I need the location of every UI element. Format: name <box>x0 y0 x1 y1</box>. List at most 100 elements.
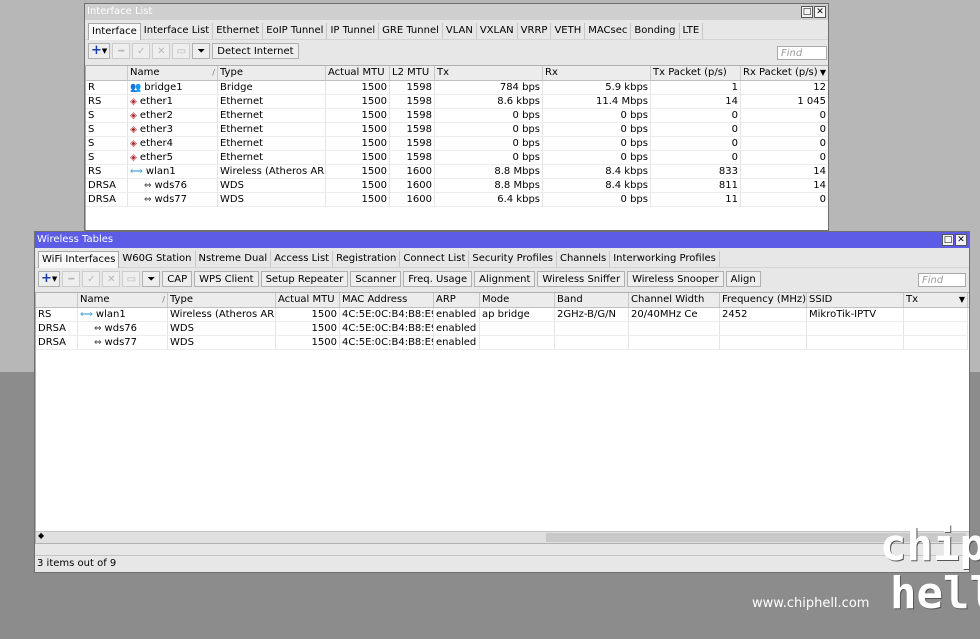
window-titlebar[interactable]: Interface List □ ✕ <box>85 4 828 20</box>
tab-macsec[interactable]: MACsec <box>585 23 632 39</box>
detect-internet-button[interactable]: Detect Internet <box>212 43 299 59</box>
wireless-sniffer-button[interactable]: Wireless Sniffer <box>537 271 626 287</box>
col-mode[interactable]: Mode <box>480 293 555 307</box>
column-menu-icon[interactable]: ▼ <box>820 66 826 80</box>
tab-eoip-tunnel[interactable]: EoIP Tunnel <box>263 23 328 39</box>
tab-vrrp[interactable]: VRRP <box>518 23 552 39</box>
scroll-left-icon[interactable]: ◆ <box>38 531 44 540</box>
wps-client-button[interactable]: WPS Client <box>194 271 259 287</box>
table-row[interactable]: S ◈ ether3 Ethernet 1500 1598 0 bps 0 bps… <box>86 123 828 137</box>
align-button[interactable]: Align <box>725 271 761 287</box>
col-flags[interactable] <box>86 66 128 80</box>
col-rx-packet[interactable]: Rx Packet (p/s) ▼ <box>741 66 828 80</box>
col-ssid[interactable]: SSID <box>807 293 904 307</box>
tab-interworking-profiles[interactable]: Interworking Profiles <box>610 251 720 267</box>
cap-button[interactable]: CAP <box>162 271 193 287</box>
maximize-icon[interactable]: □ <box>801 6 813 18</box>
tab-ethernet[interactable]: Ethernet <box>213 23 264 39</box>
col-tx[interactable]: Tx ▼ <box>904 293 968 307</box>
row-l2mtu: 1598 <box>390 95 435 109</box>
col-tx[interactable]: Tx <box>435 66 543 80</box>
col-type[interactable]: Type <box>168 293 276 307</box>
table-row[interactable]: DRSA ⇔ wds77 WDS 1500 1600 6.4 kbps 0 bps… <box>86 193 828 207</box>
tab-nstreme-dual[interactable]: Nstreme Dual <box>196 251 272 267</box>
tab-w60g-station[interactable]: W60G Station <box>119 251 196 267</box>
enable-button[interactable]: ✓ <box>82 271 101 287</box>
col-actual-mtu[interactable]: Actual MTU <box>326 66 390 80</box>
close-icon[interactable]: ✕ <box>814 6 826 18</box>
row-flags: RS <box>86 165 128 179</box>
tab-interface-list[interactable]: Interface List <box>141 23 214 39</box>
col-band[interactable]: Band <box>555 293 629 307</box>
table-row[interactable]: DRSA ⇔ wds76 WDS 1500 1600 8.8 Mbps 8.4 k… <box>86 179 828 193</box>
col-channel-width[interactable]: Channel Width <box>629 293 720 307</box>
col-frequency[interactable]: Frequency (MHz) <box>720 293 807 307</box>
row-type: WDS <box>218 193 326 207</box>
tab-interface[interactable]: Interface <box>88 23 141 40</box>
tab-access-list[interactable]: Access List <box>271 251 334 267</box>
table-row[interactable]: DRSA ⇔ wds77 WDS 1500 4C:5E:0C:B4:B8:E9 e… <box>36 336 969 350</box>
table-row[interactable]: R 👥 bridge1 Bridge 1500 1598 784 bps 5.9 … <box>86 81 828 95</box>
tab-wifi-interfaces[interactable]: WiFi Interfaces <box>38 251 120 268</box>
close-icon[interactable]: ✕ <box>955 234 967 246</box>
tab-gre-tunnel[interactable]: GRE Tunnel <box>379 23 443 39</box>
tab-ip-tunnel[interactable]: IP Tunnel <box>327 23 380 39</box>
remove-button[interactable]: ━ <box>112 43 131 59</box>
alignment-button[interactable]: Alignment <box>474 271 536 287</box>
col-arp[interactable]: ARP <box>434 293 480 307</box>
interface-list-window: Interface List □ ✕ Interface Interface L… <box>84 3 829 231</box>
row-name: 👥 bridge1 <box>128 81 218 95</box>
enable-button[interactable]: ✓ <box>132 43 151 59</box>
comment-button[interactable]: ▭ <box>122 271 141 287</box>
col-name[interactable]: Name / <box>128 66 218 80</box>
tab-security-profiles[interactable]: Security Profiles <box>469 251 557 267</box>
setup-repeater-button[interactable]: Setup Repeater <box>260 271 349 287</box>
add-button[interactable]: + ▼ <box>38 271 61 287</box>
filter-button[interactable]: ⏷ <box>142 271 161 287</box>
tab-registration[interactable]: Registration <box>333 251 401 267</box>
tab-connect-list[interactable]: Connect List <box>400 251 470 267</box>
table-row[interactable]: RS ⟺ wlan1 Wireless (Atheros AR... 1500 1… <box>86 165 828 179</box>
tab-vxlan[interactable]: VXLAN <box>477 23 518 39</box>
table-row[interactable]: RS ⟺ wlan1 Wireless (Atheros AR... 1500 4… <box>36 308 969 322</box>
wireless-icon: ⟺ <box>130 167 143 177</box>
tab-vlan[interactable]: VLAN <box>443 23 477 39</box>
freq-usage-button[interactable]: Freq. Usage <box>403 271 473 287</box>
scanner-button[interactable]: Scanner <box>350 271 402 287</box>
comment-button[interactable]: ▭ <box>172 43 191 59</box>
col-flags[interactable] <box>36 293 78 307</box>
col-tx-packet[interactable]: Tx Packet (p/s) <box>651 66 741 80</box>
table-row[interactable]: S ◈ ether4 Ethernet 1500 1598 0 bps 0 bps… <box>86 137 828 151</box>
ethernet-icon: ◈ <box>130 125 137 135</box>
table-row[interactable]: DRSA ⇔ wds76 WDS 1500 4C:5E:0C:B4:B8:E9 e… <box>36 322 969 336</box>
col-rx[interactable]: Rx <box>543 66 651 80</box>
row-rx: 0 bps <box>543 123 651 137</box>
column-menu-icon[interactable]: ▼ <box>959 293 965 307</box>
table-row[interactable]: S ◈ ether2 Ethernet 1500 1598 0 bps 0 bps… <box>86 109 828 123</box>
disable-button[interactable]: ✕ <box>152 43 171 59</box>
add-button[interactable]: + ▼ <box>88 43 111 59</box>
table-row[interactable]: RS ◈ ether1 Ethernet 1500 1598 8.6 kbps 1… <box>86 95 828 109</box>
filter-button[interactable]: ⏷ <box>192 43 211 59</box>
row-name-text: bridge1 <box>144 82 183 93</box>
col-type[interactable]: Type <box>218 66 326 80</box>
col-l2-mtu[interactable]: L2 MTU <box>390 66 435 80</box>
row-type: WDS <box>168 336 276 350</box>
window-titlebar[interactable]: Wireless Tables □ ✕ <box>35 232 969 248</box>
horizontal-scrollbar[interactable]: ◆ <box>36 531 969 543</box>
tab-veth[interactable]: VETH <box>551 23 586 39</box>
table-row[interactable]: S ◈ ether5 Ethernet 1500 1598 0 bps 0 bps… <box>86 151 828 165</box>
col-mac-address[interactable]: MAC Address <box>340 293 434 307</box>
col-name[interactable]: Name / <box>78 293 168 307</box>
find-input[interactable]: Find <box>918 273 966 287</box>
tab-bonding[interactable]: Bonding <box>631 23 680 39</box>
tab-channels[interactable]: Channels <box>557 251 611 267</box>
wireless-snooper-button[interactable]: Wireless Snooper <box>627 271 724 287</box>
remove-button[interactable]: ━ <box>62 271 81 287</box>
maximize-icon[interactable]: □ <box>942 234 954 246</box>
tab-lte[interactable]: LTE <box>680 23 704 39</box>
find-input[interactable]: Find <box>777 46 827 60</box>
row-l2mtu: 1600 <box>390 165 435 179</box>
col-actual-mtu[interactable]: Actual MTU <box>276 293 340 307</box>
disable-button[interactable]: ✕ <box>102 271 121 287</box>
